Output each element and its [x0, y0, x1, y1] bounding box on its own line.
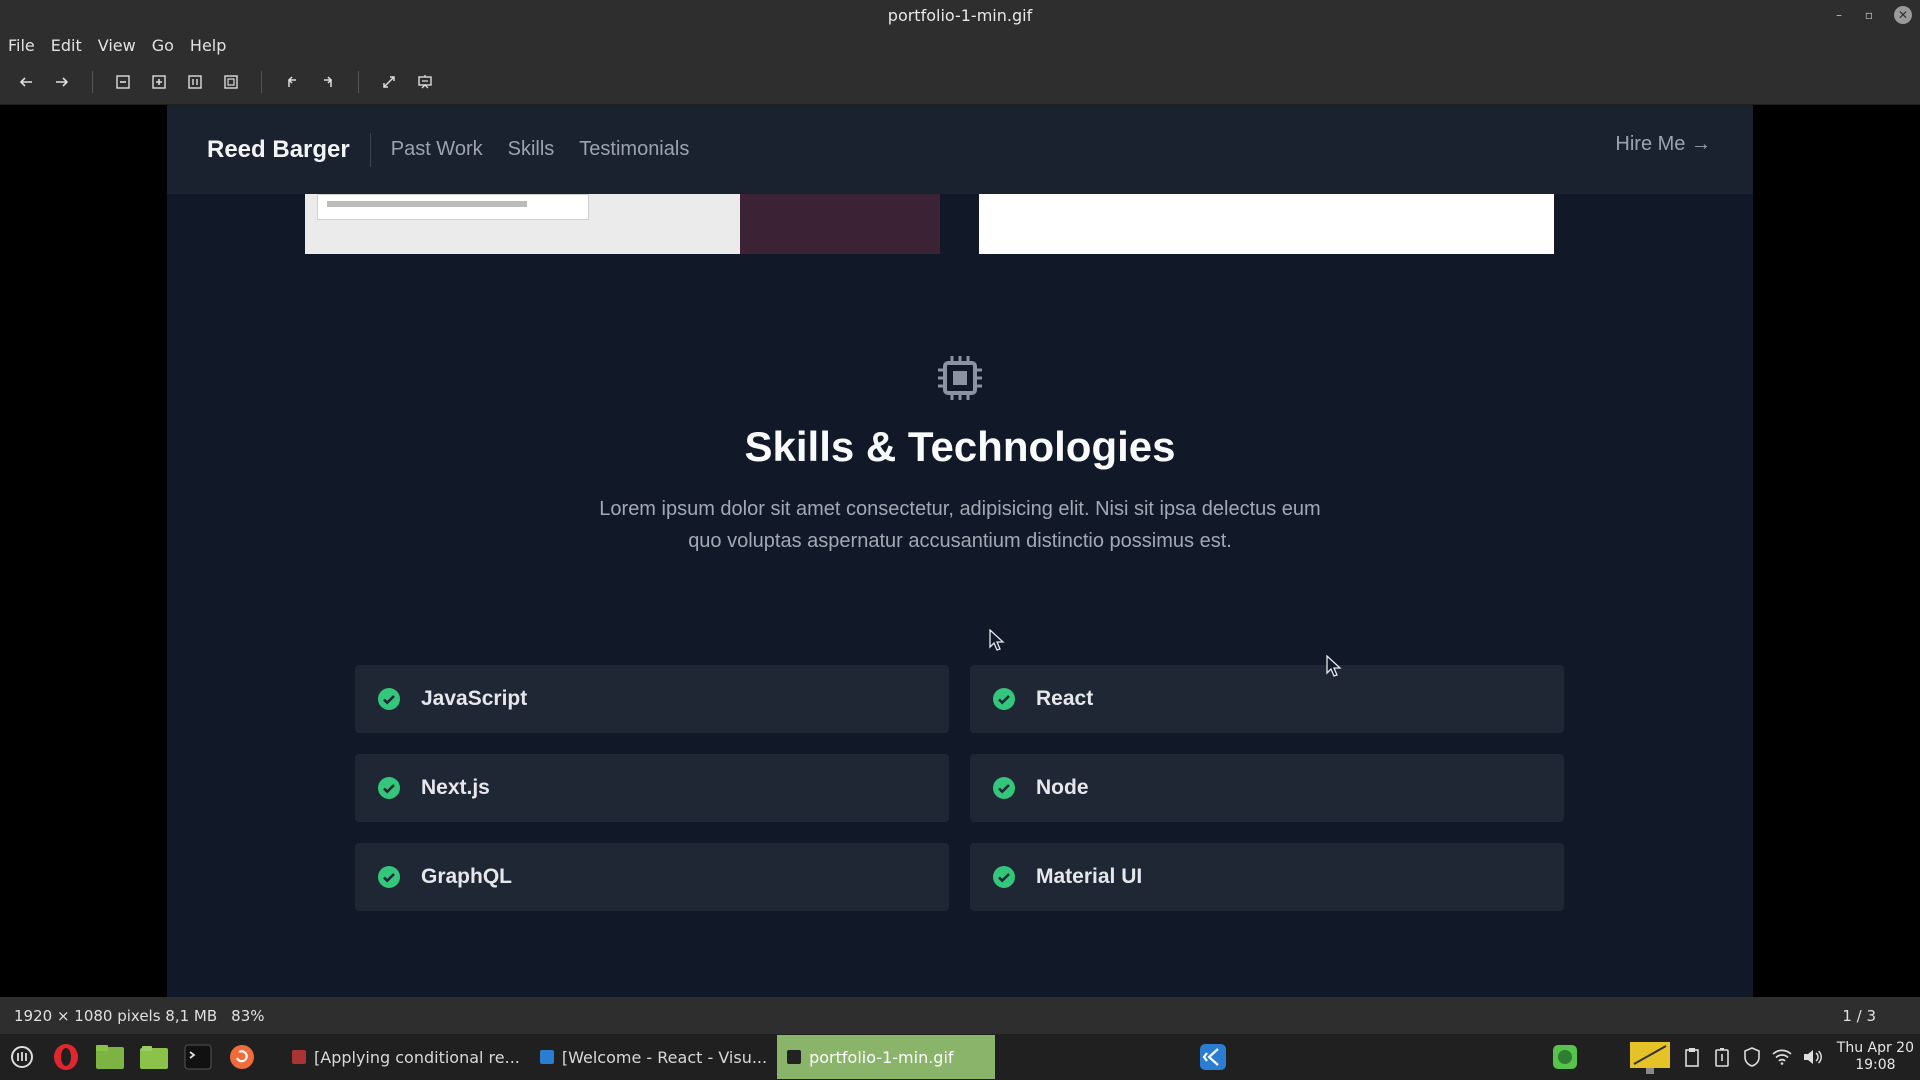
skill-card: React: [970, 665, 1564, 733]
rotate-right-icon[interactable]: [315, 69, 341, 95]
zoom-normal-icon[interactable]: [182, 69, 208, 95]
terminal-icon[interactable]: [180, 1039, 216, 1075]
toolbar-separator: [261, 71, 262, 93]
fullscreen-icon[interactable]: [376, 69, 402, 95]
skill-label: React: [1036, 687, 1094, 710]
folder-icon[interactable]: [136, 1039, 172, 1075]
menu-file[interactable]: File: [0, 36, 43, 55]
skill-label: Next.js: [421, 776, 490, 799]
update-manager-icon[interactable]: [224, 1039, 260, 1075]
skills-title: Skills & Technologies: [744, 423, 1176, 470]
frame-counter: 1 / 3: [1842, 1006, 1876, 1025]
browser-tab-icon: [292, 1050, 306, 1064]
shield-icon[interactable]: [1741, 1046, 1763, 1068]
window-title: portfolio-1-min.gif: [887, 5, 1033, 25]
screenshot-tool-icon[interactable]: [1627, 1037, 1673, 1077]
skill-label: Node: [1036, 776, 1089, 799]
displayed-image: Reed Barger Past Work Skills Testimonial…: [167, 105, 1753, 997]
project-thumbnail-left-text: [327, 201, 527, 207]
clock-time: 19:08: [1855, 1057, 1896, 1073]
start-menu-icon[interactable]: [4, 1039, 40, 1075]
clipboard-icon[interactable]: [1681, 1046, 1703, 1068]
files-icon[interactable]: [92, 1039, 128, 1075]
skill-card: Material UI: [970, 843, 1564, 911]
check-circle-icon: [993, 866, 1015, 888]
image-info: 1920 × 1080 pixels 8,1 MB: [14, 1006, 218, 1025]
skill-label: JavaScript: [421, 687, 528, 710]
image-canvas[interactable]: Reed Barger Past Work Skills Testimonial…: [0, 105, 1920, 997]
chip-icon: [938, 356, 982, 400]
back-icon[interactable]: [13, 69, 39, 95]
site-navbar: Reed Barger Past Work Skills Testimonial…: [167, 105, 1753, 194]
skill-label: GraphQL: [421, 865, 513, 888]
hire-me-link[interactable]: Hire Me →: [1615, 133, 1711, 156]
nav-divider: [369, 132, 371, 167]
menu-view[interactable]: View: [90, 36, 144, 55]
taskbar-window-label: [Welcome - React - Visu...: [561, 1047, 768, 1067]
project-thumbnail-left-window: [317, 194, 589, 220]
close-icon[interactable]: ✕: [1894, 6, 1912, 24]
check-circle-icon: [378, 866, 400, 888]
volume-icon[interactable]: [1801, 1046, 1823, 1068]
system-tray: Thu Apr 20 19:08: [1547, 1034, 1920, 1080]
opera-browser-icon[interactable]: [48, 1039, 84, 1075]
zoom-level: 83%: [231, 1006, 265, 1025]
taskbar-window-label: portfolio-1-min.gif: [809, 1047, 954, 1067]
cursor-icon: [1326, 655, 1342, 677]
taskbar-window-label: [Applying conditional re...: [314, 1047, 520, 1067]
nav-link-skills[interactable]: Skills: [508, 138, 555, 161]
site-brand[interactable]: Reed Barger: [207, 136, 350, 164]
toolbar: [0, 60, 1920, 105]
nav-link-testimonials[interactable]: Testimonials: [579, 138, 689, 161]
menu-edit[interactable]: Edit: [43, 36, 90, 55]
taskbar-window-image-viewer[interactable]: portfolio-1-min.gif: [777, 1035, 996, 1079]
check-circle-icon: [378, 688, 400, 710]
nav-link-past-work[interactable]: Past Work: [391, 138, 483, 161]
minimize-icon[interactable]: –: [1830, 6, 1848, 24]
check-circle-icon: [993, 688, 1015, 710]
clock-day: Thu Apr 20: [1836, 1040, 1914, 1056]
battery-icon[interactable]: [1711, 1046, 1733, 1068]
menu-go[interactable]: Go: [144, 36, 182, 55]
spotify-icon[interactable]: [1551, 1043, 1579, 1071]
check-circle-icon: [378, 777, 400, 799]
skill-card: Node: [970, 754, 1564, 822]
skill-label: Material UI: [1036, 865, 1143, 888]
skills-description: Lorem ipsum dolor sit amet consectetur, …: [167, 493, 1753, 557]
skills-description-line: Lorem ipsum dolor sit amet consectetur, …: [599, 498, 1321, 520]
title-bar: portfolio-1-min.gif – ▫ ✕: [0, 0, 1920, 30]
taskbar-window-browser[interactable]: [Applying conditional re...: [282, 1035, 530, 1079]
vscode-icon: [539, 1050, 554, 1064]
menu-help[interactable]: Help: [182, 36, 234, 55]
cursor-icon: [989, 629, 1005, 651]
taskbar: [Applying conditional re... [Welcome - R…: [0, 1034, 1920, 1080]
zoom-out-icon[interactable]: [110, 69, 136, 95]
taskbar-window-vscode[interactable]: [Welcome - React - Visu...: [530, 1035, 777, 1079]
toolbar-separator: [92, 71, 93, 93]
rotate-left-icon[interactable]: [279, 69, 305, 95]
skill-card: Next.js: [355, 754, 949, 822]
image-viewer-icon: [787, 1050, 802, 1064]
wifi-icon[interactable]: [1771, 1046, 1793, 1068]
skills-description-line: quo voluptas aspernatur accusantium dist…: [688, 530, 1232, 552]
forward-icon[interactable]: [49, 69, 75, 95]
maximize-icon[interactable]: ▫: [1860, 6, 1878, 24]
zoom-in-icon[interactable]: [146, 69, 172, 95]
status-bar: 1920 × 1080 pixels 8,1 MB 83% 1 / 3: [0, 997, 1920, 1034]
skill-card: GraphQL: [355, 843, 949, 911]
slideshow-icon[interactable]: [412, 69, 438, 95]
skill-card: JavaScript: [355, 665, 949, 733]
clock[interactable]: Thu Apr 20 19:08: [1837, 1040, 1914, 1074]
vscode-launcher-icon[interactable]: [1195, 1039, 1231, 1075]
zoom-fit-icon[interactable]: [218, 69, 244, 95]
check-circle-icon: [993, 777, 1015, 799]
toolbar-separator: [358, 71, 359, 93]
project-thumbnail-right: [979, 194, 1554, 254]
menu-bar: File Edit View Go Help: [0, 30, 1920, 60]
